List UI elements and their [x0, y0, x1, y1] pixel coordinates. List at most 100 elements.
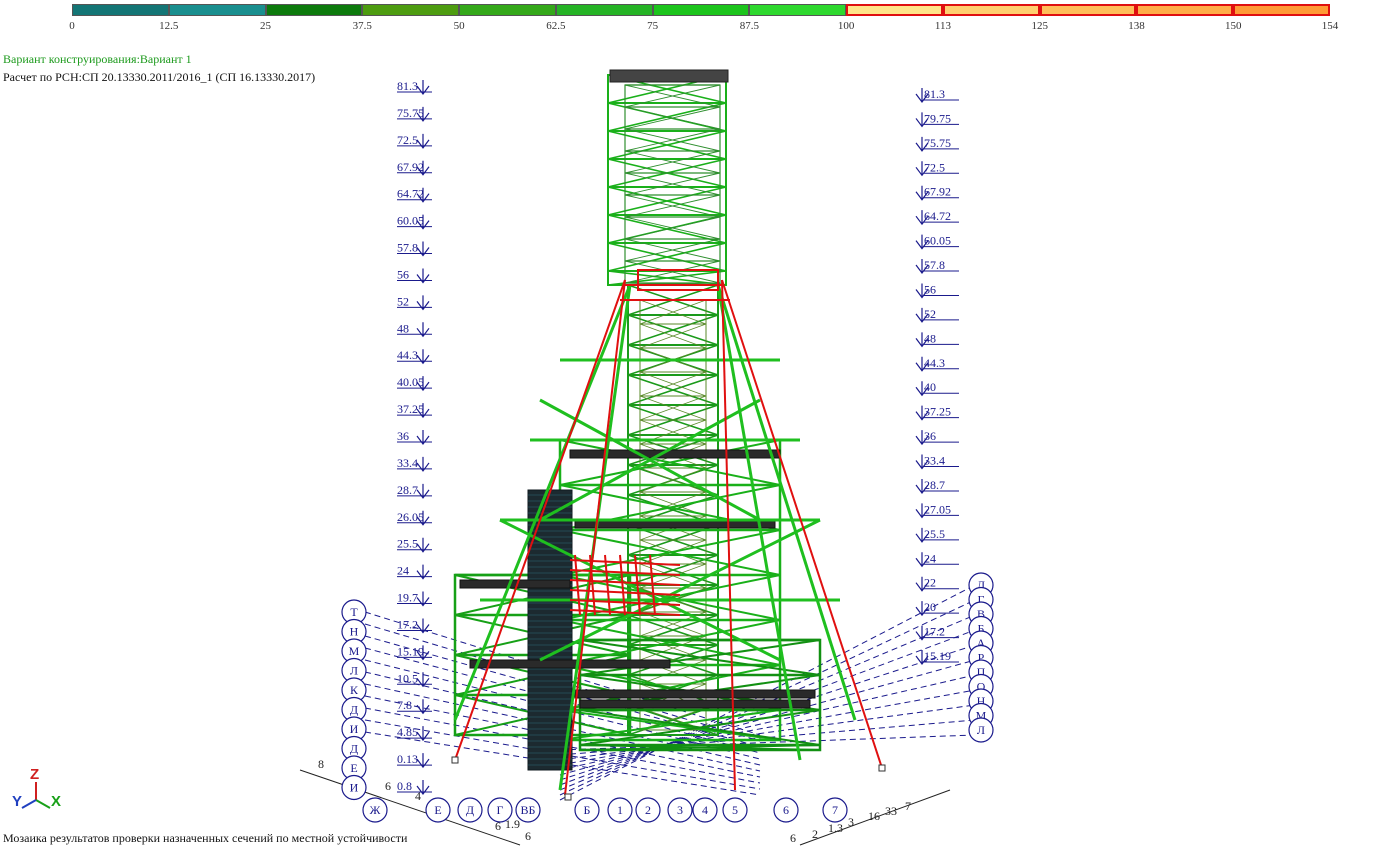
level-right-label: 15.19 — [924, 649, 951, 663]
coordinate-triad: ZY X — [12, 766, 61, 810]
level-right-label: 17.2 — [924, 625, 945, 639]
floor-plate — [579, 699, 811, 709]
level-right-label: 37.25 — [924, 405, 951, 419]
axis-circle-bottom-label: 6 — [783, 803, 789, 817]
level-right-label: 67.92 — [924, 185, 951, 199]
level-right-label: 22 — [924, 576, 936, 590]
level-left-label: 81.3 — [397, 79, 418, 93]
level-left-label: 67.92 — [397, 160, 424, 174]
level-right-label: 79.75 — [924, 111, 951, 125]
level-right-label: 36 — [924, 429, 936, 443]
axis-circle-left-label: И — [350, 722, 359, 736]
level-right-label: 48 — [924, 331, 936, 345]
axis-circle-bottom-label: Д — [466, 803, 474, 817]
level-left-label: 24 — [397, 564, 409, 578]
dimension-label: 1.3 — [828, 821, 843, 835]
level-left-label: 56 — [397, 267, 409, 281]
level-right-label: 27.05 — [924, 502, 951, 516]
top-platform — [609, 69, 729, 83]
level-left-label: 57.8 — [397, 241, 418, 255]
level-left-label: 36 — [397, 429, 409, 443]
level-right-label: 75.75 — [924, 136, 951, 150]
level-left-label: 64.72 — [397, 187, 424, 201]
axis-circle-left-label: Л — [350, 664, 358, 678]
x-axis-label: X — [51, 793, 61, 810]
axis-circle-left-label: Д — [350, 742, 358, 756]
z-axis-label: Z — [30, 766, 39, 783]
dimension-label: 16 — [868, 809, 880, 823]
level-left-label: 37.25 — [397, 402, 424, 416]
level-left-label: 25.5 — [397, 537, 418, 551]
floor-plate — [459, 579, 571, 589]
dimension-label: 7 — [905, 799, 911, 813]
level-right-label: 57.8 — [924, 258, 945, 272]
axis-circle-left-label: И — [350, 781, 359, 795]
floor-plate — [469, 659, 671, 669]
level-left-label: 15.19 — [397, 644, 424, 658]
axis-circle-bottom-label: 3 — [677, 803, 683, 817]
level-left-label: 4.85 — [397, 725, 418, 739]
floor-plate — [574, 689, 816, 699]
level-right-label: 60.05 — [924, 234, 951, 248]
level-left-label: 72.5 — [397, 133, 418, 147]
y-axis-label: Y — [12, 793, 22, 810]
level-left-label: 52 — [397, 294, 409, 308]
level-right-label: 72.5 — [924, 160, 945, 174]
level-right-label: 64.72 — [924, 209, 951, 223]
x-axis-arrow — [35, 799, 51, 809]
axis-circle-bottom-label: Ж — [370, 803, 381, 817]
level-left-label: 60.05 — [397, 214, 424, 228]
axis-circle-left-label: Н — [350, 625, 359, 639]
grid-line — [559, 674, 976, 771]
level-right-label: 25.5 — [924, 527, 945, 541]
level-left-label: 0.13 — [397, 752, 418, 766]
support-node — [878, 764, 886, 772]
dimension-label: 4 — [415, 789, 421, 803]
support-node — [564, 793, 572, 801]
dimension-label: 6 — [385, 779, 391, 793]
level-left-label: 33.4 — [397, 456, 418, 470]
level-right-label: 81.3 — [924, 87, 945, 101]
level-right-label: 33.4 — [924, 454, 945, 468]
axis-circle-bottom-label: 2 — [645, 803, 651, 817]
axis-circle-left-label: М — [349, 644, 360, 658]
level-left-label: 28.7 — [397, 483, 418, 497]
axis-circle-right-label: Л — [977, 723, 985, 737]
axis-circle-left-label: Д — [350, 703, 358, 717]
dimension-label: 33 — [885, 804, 897, 818]
axis-circle-bottom-label: ВБ — [521, 803, 536, 817]
structure-frame — [451, 69, 886, 801]
level-left-label: 75.75 — [397, 106, 424, 120]
support-node — [451, 756, 459, 764]
bracing-member — [716, 284, 857, 721]
axis-circle-left-label: К — [350, 683, 359, 697]
level-right-label: 20 — [924, 600, 936, 614]
overstressed-member — [574, 554, 581, 616]
axis-circle-bottom-label: 5 — [732, 803, 738, 817]
dimension-label: 6 — [525, 829, 531, 843]
axis-circle-left-label: Т — [350, 605, 358, 619]
level-left-label: 7.8 — [397, 698, 412, 712]
level-right-label: 28.7 — [924, 478, 945, 492]
level-right-label: 40 — [924, 380, 936, 394]
level-left-label: 40.05 — [397, 375, 424, 389]
axis-circle-bottom-label: 4 — [702, 803, 708, 817]
dimension-label: 3 — [848, 815, 854, 829]
axis-circle-bottom-label: 1 — [617, 803, 623, 817]
y-axis-arrow — [21, 799, 37, 809]
level-left-label: 17.2 — [397, 617, 418, 631]
overstressed-member — [619, 554, 626, 616]
dimension-label: 1.9 — [505, 817, 520, 831]
axis-circle-bottom-label: Г — [497, 803, 504, 817]
level-right-label: 44.3 — [924, 356, 945, 370]
axis-circle-left-label: Е — [350, 761, 357, 775]
level-right-label: 52 — [924, 307, 936, 321]
level-left-label: 48 — [397, 321, 409, 335]
level-left-label: 19.7 — [397, 591, 418, 605]
axis-circle-bottom-label: 7 — [832, 803, 838, 817]
structure-3d-view[interactable]: 81.375.7572.567.9264.7260.0557.856524844… — [0, 0, 1400, 848]
level-left-label: 26.05 — [397, 510, 424, 524]
dimension-label: 6 — [790, 831, 796, 845]
level-right-label: 24 — [924, 551, 936, 565]
axis-circle-bottom-label: Е — [434, 803, 441, 817]
